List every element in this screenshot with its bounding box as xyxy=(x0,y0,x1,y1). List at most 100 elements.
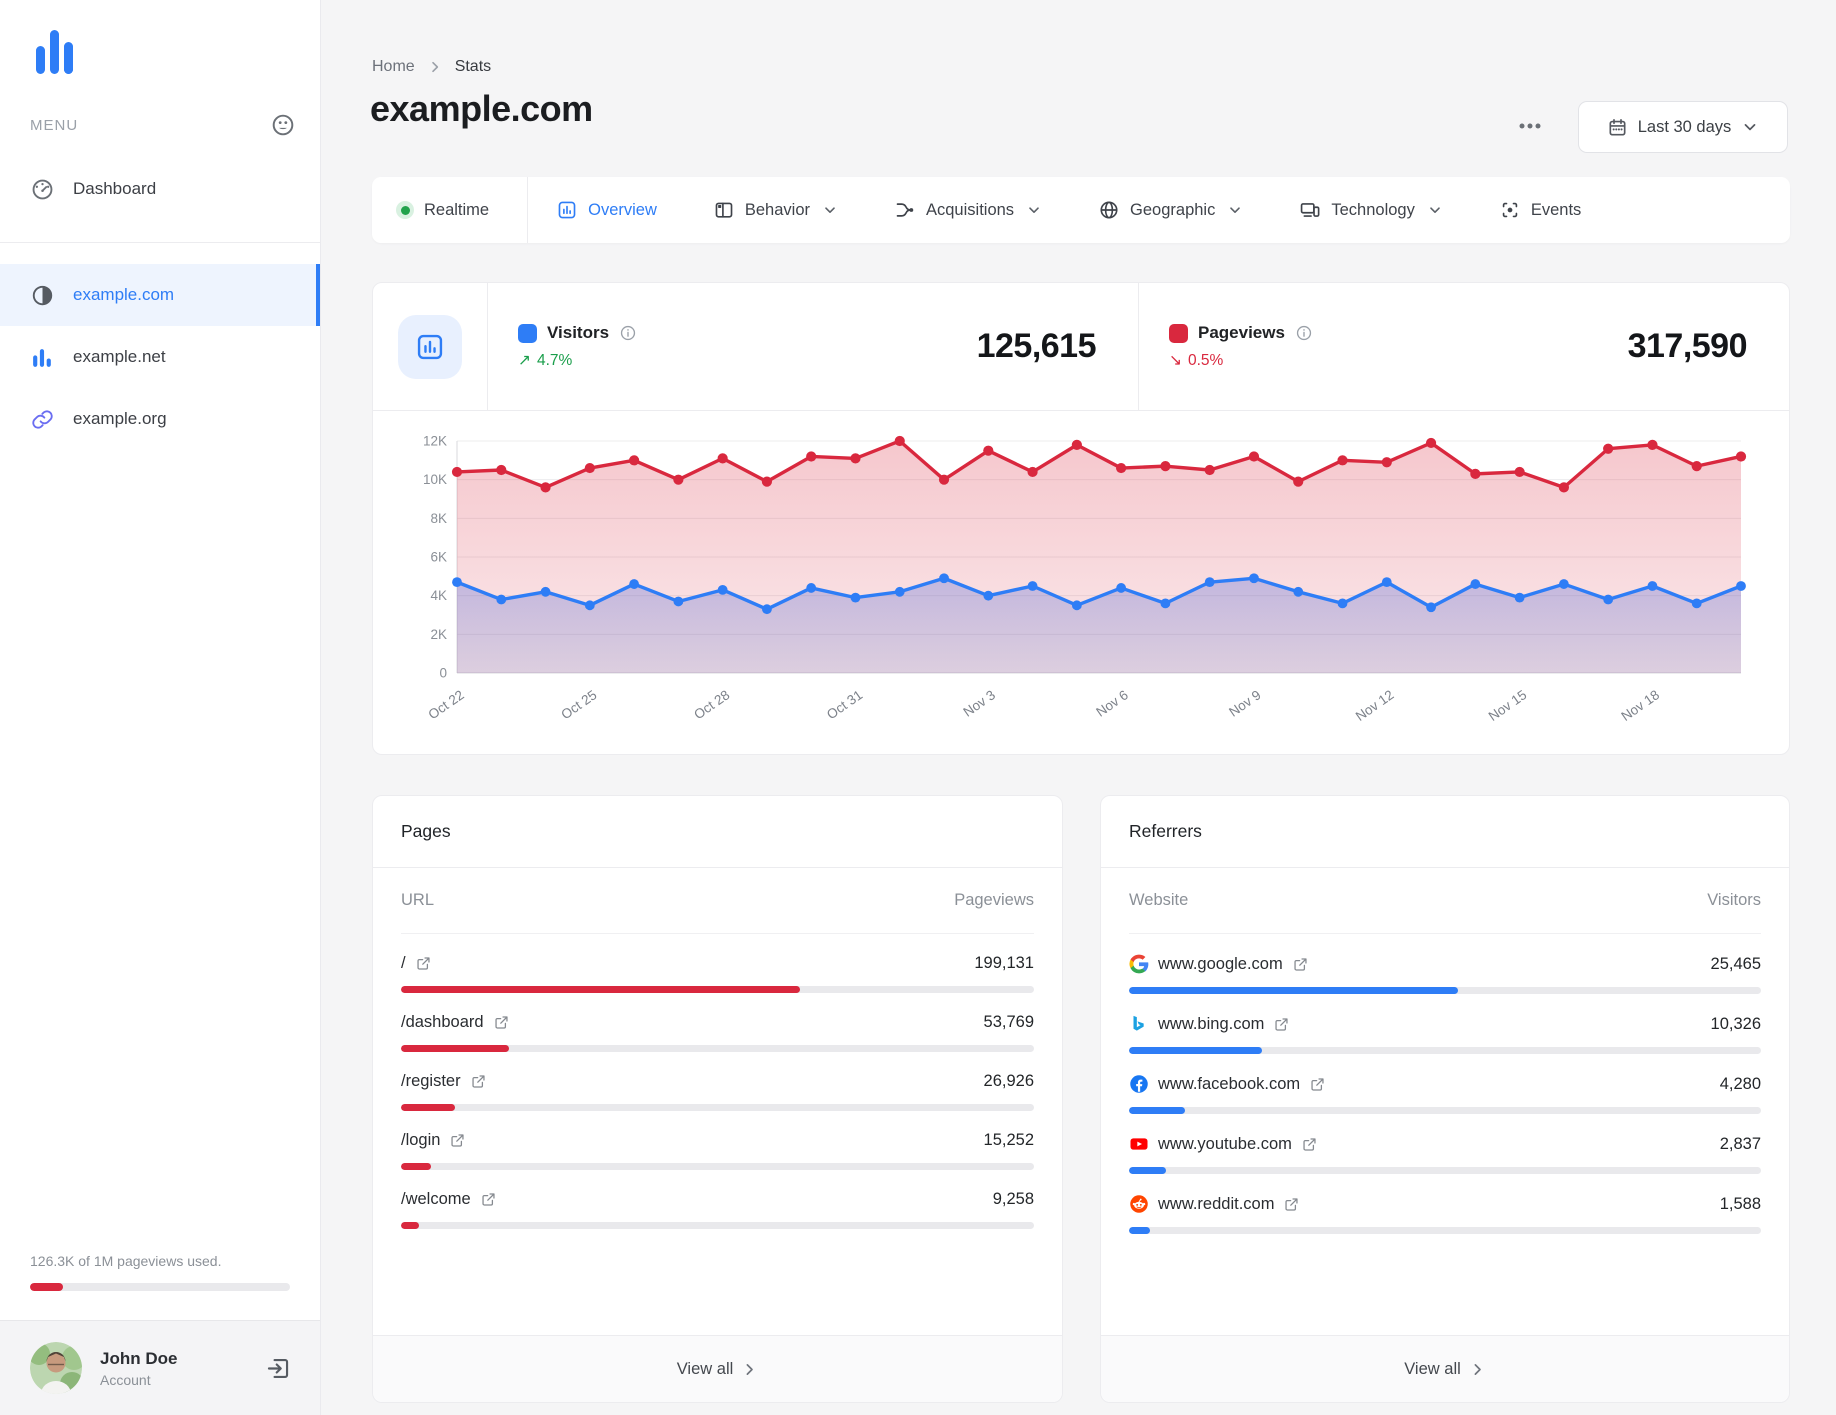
svg-text:Oct 25: Oct 25 xyxy=(558,687,599,722)
bar-fill xyxy=(401,1163,432,1170)
referrer-site: www.bing.com xyxy=(1158,1014,1265,1033)
referrer-link[interactable]: www.reddit.com xyxy=(1129,1194,1300,1214)
referrers-view-all-button[interactable]: View all xyxy=(1101,1335,1789,1402)
avatar xyxy=(30,1342,82,1394)
youtube-favicon-icon xyxy=(1129,1134,1149,1154)
account-footer[interactable]: John Doe Account xyxy=(0,1320,320,1415)
account-role: Account xyxy=(100,1371,151,1388)
chart-tile-icon xyxy=(398,314,462,379)
bar-fill xyxy=(1129,1167,1166,1174)
contrast-icon xyxy=(30,283,55,308)
svg-text:Nov 12: Nov 12 xyxy=(1353,687,1397,724)
sidebar-item-example.org[interactable]: example.org xyxy=(0,388,320,450)
pages-view-all-button[interactable]: View all xyxy=(373,1335,1062,1402)
page-url-link[interactable]: / xyxy=(401,954,432,973)
account-info: John Doe Account xyxy=(100,1349,247,1388)
bar-fill xyxy=(401,1222,420,1229)
usage-progress-fill xyxy=(30,1283,63,1291)
tab-label: Geographic xyxy=(1130,200,1216,219)
tab-label: Technology xyxy=(1331,200,1415,219)
tab-label: Events xyxy=(1530,200,1582,219)
page-url-link[interactable]: /dashboard xyxy=(401,1013,510,1032)
usage-meter: 126.3K of 1M pageviews used. xyxy=(30,1253,290,1291)
referrer-link[interactable]: www.facebook.com xyxy=(1129,1074,1326,1094)
column-header-website: Website xyxy=(1129,891,1189,909)
svg-text:Oct 31: Oct 31 xyxy=(824,687,865,722)
svg-text:Nov 15: Nov 15 xyxy=(1486,687,1530,724)
chevron-right-icon xyxy=(741,1361,758,1378)
facebook-favicon-icon xyxy=(1129,1074,1149,1094)
svg-text:Nov 18: Nov 18 xyxy=(1619,687,1663,724)
bar-track xyxy=(401,1222,1034,1229)
tab-acquisitions[interactable]: Acquisitions xyxy=(866,177,1070,243)
tab-technology[interactable]: Technology xyxy=(1271,177,1470,243)
svg-text:2K: 2K xyxy=(430,627,447,642)
referrer-site: www.youtube.com xyxy=(1158,1134,1292,1153)
pageviews-delta: ↘ 0.5% xyxy=(1169,351,1224,370)
trend-down-arrow: ↘ xyxy=(1169,352,1182,369)
tab-behavior[interactable]: Behavior xyxy=(685,177,866,243)
referrer-link[interactable]: www.google.com xyxy=(1129,954,1309,974)
svg-text:Oct 28: Oct 28 xyxy=(691,687,732,722)
more-options-icon[interactable] xyxy=(1516,112,1544,140)
acquisitions-icon xyxy=(894,199,916,221)
page-url: / xyxy=(401,954,406,972)
usage-text: 126.3K of 1M pageviews used. xyxy=(30,1253,222,1269)
page-url: /register xyxy=(401,1072,461,1090)
svg-text:Oct 22: Oct 22 xyxy=(426,687,467,722)
chevron-right-icon xyxy=(1469,1361,1486,1378)
table-row: www.bing.com 10,326 xyxy=(1129,1000,1761,1060)
tab-label: Behavior xyxy=(744,200,810,219)
page-url-link[interactable]: /welcome xyxy=(401,1190,497,1209)
usage-progress-track xyxy=(30,1283,290,1291)
summary-icon-column xyxy=(373,283,488,410)
sidebar-item-dashboard[interactable]: Dashboard xyxy=(0,160,320,218)
referrer-link[interactable]: www.bing.com xyxy=(1129,1014,1290,1034)
tab-events[interactable]: Events xyxy=(1471,177,1609,243)
tab-realtime[interactable]: Realtime xyxy=(372,177,527,243)
pages-card: Pages URL Pageviews / 199,131/dashboard 53… xyxy=(372,795,1063,1403)
sidebar-item-example.com[interactable]: example.com xyxy=(0,264,320,326)
traffic-chart: 0 2K 4K 6K 8K 10K 12K Oct 22 Oct 25 Oct 28 Oct 31 N… xyxy=(373,411,1789,750)
visitors-count: 25,465 xyxy=(1710,954,1761,973)
visitors-swatch xyxy=(518,323,537,343)
tab-label: Acquisitions xyxy=(926,200,1015,219)
column-header-visitors: Visitors xyxy=(1707,891,1761,909)
tab-overview[interactable]: Overview xyxy=(528,177,685,243)
table-row: www.google.com 25,465 xyxy=(1129,940,1761,1000)
page-url-link[interactable]: /register xyxy=(401,1072,487,1091)
dashboard-icon xyxy=(30,177,55,202)
page-url: /welcome xyxy=(401,1190,471,1208)
info-icon[interactable] xyxy=(1295,324,1313,342)
referrer-site: www.google.com xyxy=(1158,954,1283,973)
breadcrumb-current: Stats xyxy=(454,58,492,75)
sidebar-item-example.net[interactable]: example.net xyxy=(0,326,320,388)
info-icon[interactable] xyxy=(619,324,637,342)
sidebar-divider xyxy=(0,242,320,243)
table-row: / 199,131 xyxy=(401,940,1034,999)
pageviews-count: 199,131 xyxy=(974,954,1034,972)
date-range-label: Last 30 days xyxy=(1637,117,1732,136)
logout-icon[interactable] xyxy=(265,1355,292,1382)
chart-small-icon xyxy=(30,345,55,370)
bar-fill xyxy=(401,1045,509,1052)
site-label: example.net xyxy=(73,347,166,366)
referrer-link[interactable]: www.youtube.com xyxy=(1129,1134,1318,1154)
visitors-count: 4,280 xyxy=(1719,1074,1761,1093)
menu-toggle-icon[interactable] xyxy=(270,112,296,138)
visitors-count: 10,326 xyxy=(1710,1014,1761,1033)
external-link-icon xyxy=(449,1132,466,1149)
bar-track xyxy=(1129,987,1761,994)
breadcrumb-home[interactable]: Home xyxy=(372,58,415,76)
tab-geographic[interactable]: Geographic xyxy=(1070,177,1271,243)
sidebar: MENU Dashboard example.com example.net exa… xyxy=(0,0,321,1415)
svg-text:8K: 8K xyxy=(430,511,447,526)
chevron-down-icon xyxy=(1026,202,1042,218)
overview-card: Visitors ↗ 4.7% 125,615 Pageviews ↘ 0.5%… xyxy=(372,282,1790,755)
external-link-icon xyxy=(415,955,432,972)
visitors-delta: ↗ 4.7% xyxy=(518,351,573,370)
page-url-link[interactable]: /login xyxy=(401,1131,466,1150)
bar-fill xyxy=(1129,1047,1262,1054)
date-range-button[interactable]: Last 30 days xyxy=(1578,101,1788,153)
reddit-favicon-icon xyxy=(1129,1194,1149,1214)
